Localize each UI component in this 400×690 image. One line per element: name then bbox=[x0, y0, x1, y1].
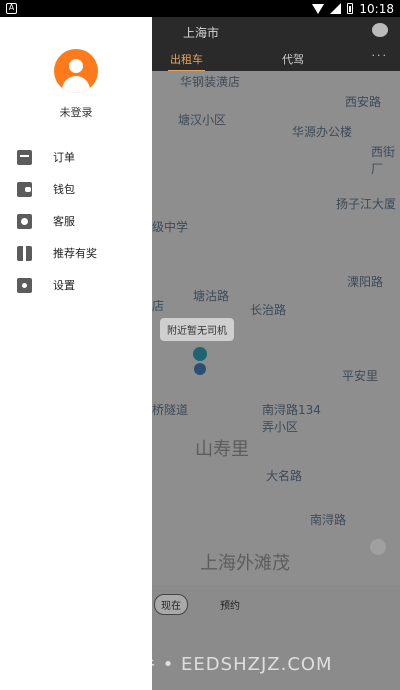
map-label: 华源办公楼 bbox=[292, 125, 353, 139]
map-label: 西街厂 bbox=[371, 145, 396, 176]
tab-taxi[interactable]: 出租车 bbox=[168, 51, 205, 72]
notification-icon: A bbox=[6, 3, 17, 14]
status-bar: A 10:18 bbox=[0, 0, 400, 17]
navigation-drawer: 未登录 订单 钱包 客服 推荐有奖 设置 bbox=[0, 17, 152, 690]
city-title[interactable]: 上海市 bbox=[183, 24, 219, 41]
avatar[interactable] bbox=[54, 49, 98, 93]
avatar-body bbox=[62, 76, 90, 93]
signal-icon bbox=[330, 3, 342, 14]
menu-item-customer-service[interactable]: 客服 bbox=[0, 205, 152, 237]
customer-service-icon bbox=[17, 213, 32, 229]
map-label: 桥隧道 bbox=[152, 403, 189, 417]
clock: 10:18 bbox=[359, 1, 394, 16]
map-label: 级中学 bbox=[152, 220, 189, 234]
battery-icon bbox=[347, 3, 354, 14]
wifi-icon bbox=[312, 3, 325, 14]
map-label: 大名路 bbox=[266, 469, 303, 483]
menu-item-settings[interactable]: 设置 bbox=[0, 269, 152, 301]
menu-item-label: 钱包 bbox=[53, 183, 75, 196]
more-icon[interactable]: ··· bbox=[372, 49, 389, 62]
drawer-menu: 订单 钱包 客服 推荐有奖 设置 bbox=[0, 141, 152, 301]
menu-item-referral[interactable]: 推荐有奖 bbox=[0, 237, 152, 269]
map-label: 山寿里 bbox=[195, 439, 249, 460]
map-label: 扬子江大厦 bbox=[336, 197, 397, 211]
location-marker bbox=[193, 347, 207, 361]
map-label: 平安里 bbox=[342, 369, 379, 383]
locate-icon[interactable] bbox=[370, 539, 386, 555]
map-label: 塘沽路 bbox=[193, 289, 230, 303]
map-label: 西安路 bbox=[345, 95, 382, 109]
menu-item-orders[interactable]: 订单 bbox=[0, 141, 152, 173]
pickup-pin bbox=[194, 363, 206, 375]
avatar-head bbox=[69, 59, 83, 73]
map-label: 南浔路 bbox=[310, 513, 347, 527]
status-indicators: 10:18 bbox=[312, 2, 394, 16]
gift-icon bbox=[17, 245, 32, 261]
no-driver-bubble: 附近暂无司机 bbox=[160, 318, 234, 341]
menu-item-label: 客服 bbox=[53, 215, 75, 228]
menu-item-wallet[interactable]: 钱包 bbox=[0, 173, 152, 205]
map-label: 塘汉小区 bbox=[178, 113, 227, 127]
wallet-icon bbox=[17, 181, 32, 197]
now-button[interactable]: 现在 bbox=[154, 594, 188, 615]
reserve-button[interactable]: 预约 bbox=[220, 597, 240, 612]
map-label: 华钢装潢店 bbox=[180, 75, 241, 89]
map-label: 南浔路134弄小区 bbox=[262, 403, 321, 434]
order-icon bbox=[17, 149, 32, 165]
map-label: 店 bbox=[152, 299, 165, 313]
chat-icon[interactable] bbox=[372, 23, 388, 37]
map-label: 上海外滩茂 bbox=[200, 553, 290, 574]
menu-item-label: 订单 bbox=[53, 151, 75, 164]
map-label: 长治路 bbox=[250, 303, 287, 317]
menu-item-label: 设置 bbox=[53, 279, 75, 292]
gear-icon bbox=[17, 277, 32, 293]
menu-item-label: 推荐有奖 bbox=[53, 247, 97, 260]
map-label: 溧阳路 bbox=[347, 275, 384, 289]
tab-designated-driver[interactable]: 代驾 bbox=[282, 51, 304, 67]
login-status[interactable]: 未登录 bbox=[0, 104, 152, 120]
